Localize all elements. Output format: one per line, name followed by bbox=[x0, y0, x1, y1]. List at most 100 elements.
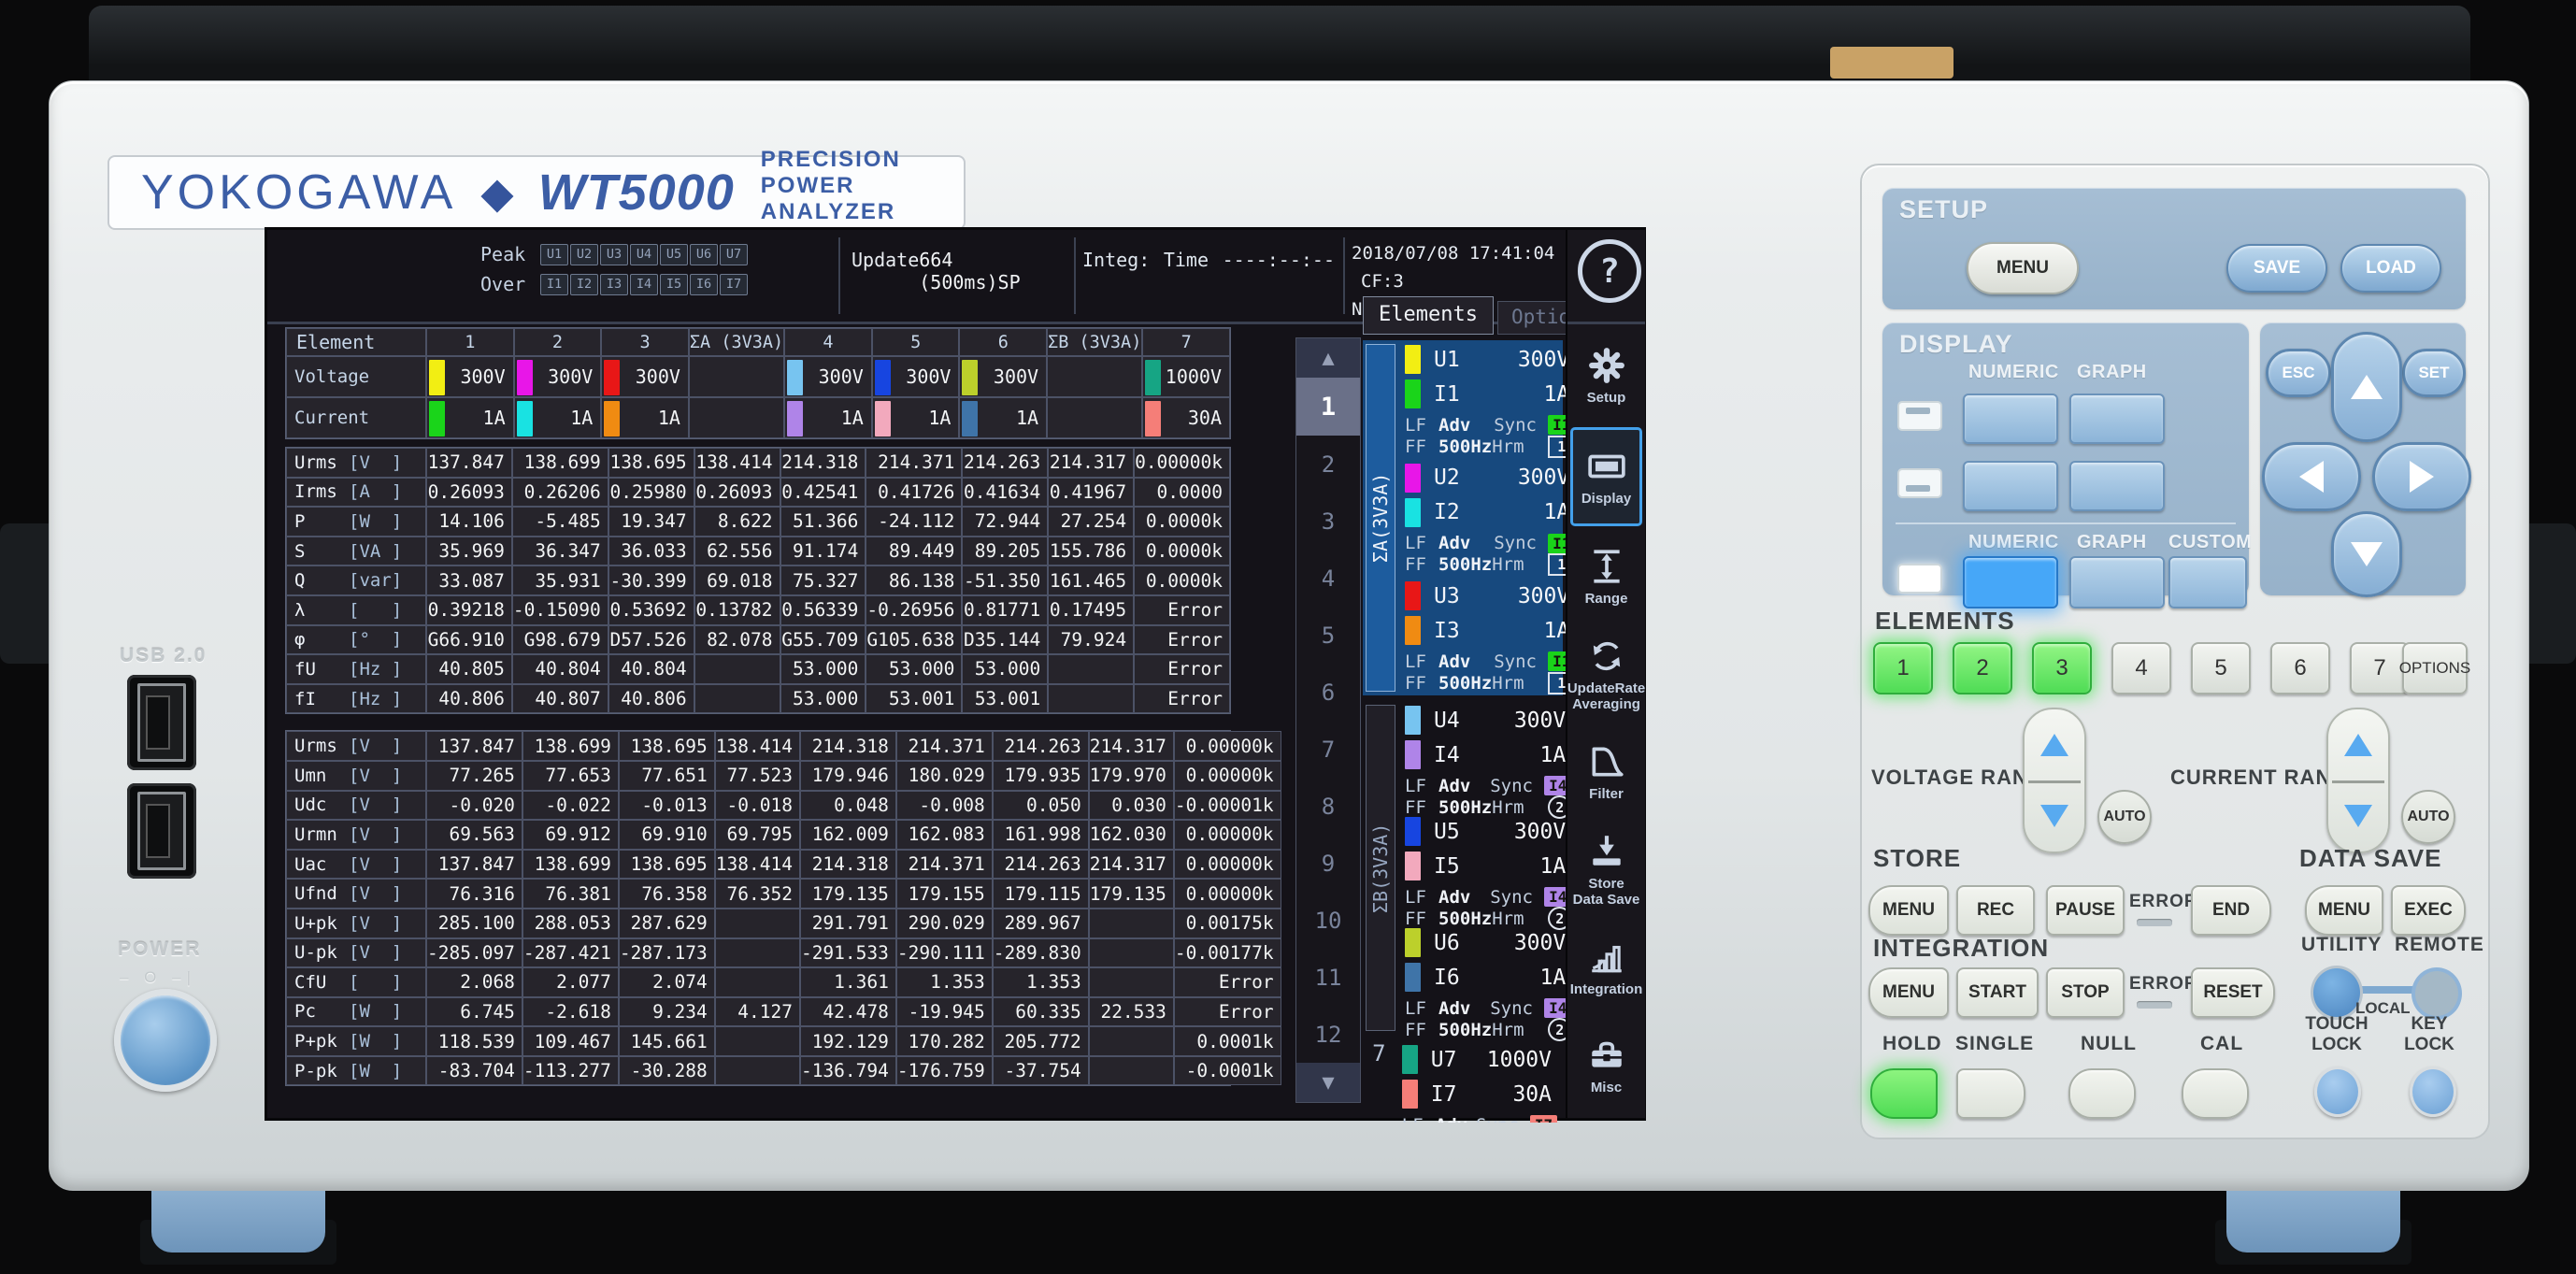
page-10[interactable]: 10 bbox=[1296, 892, 1360, 949]
voltage-range-up-button[interactable] bbox=[2025, 709, 2084, 780]
measurement-value: 27.254 bbox=[1048, 507, 1135, 537]
key-lock-button[interactable] bbox=[2410, 1066, 2456, 1117]
display-numeric-lower-button[interactable] bbox=[1963, 461, 2058, 511]
page-2[interactable]: 2 bbox=[1296, 436, 1360, 493]
sidebar-item-store[interactable]: Store Data Save bbox=[1570, 823, 1642, 918]
measurement-unit: [V ] bbox=[349, 765, 403, 786]
sidebar-item-display[interactable]: Display bbox=[1570, 426, 1642, 526]
page-up-icon[interactable]: ▲ bbox=[1296, 338, 1360, 378]
element-color-chip bbox=[429, 360, 445, 395]
page-8[interactable]: 8 bbox=[1296, 778, 1360, 835]
measurement-value bbox=[694, 683, 780, 714]
element-item-u4[interactable]: U4 300V I4 1A LF Adv Sync I4 FF 500Hz Hrm 2 bbox=[1397, 701, 1577, 819]
arrow-left-button[interactable] bbox=[2262, 442, 2361, 511]
data-save-exec-button[interactable]: EXEC bbox=[2391, 885, 2466, 936]
element-item-u1[interactable]: U1 300V I1 1A LF Adv Sync I1 FF 500Hz Hrm 1 bbox=[1397, 340, 1581, 459]
element-button-3[interactable]: 3 bbox=[2032, 642, 2092, 694]
element-button-6[interactable]: 6 bbox=[2270, 642, 2330, 694]
sidebar-item-setup[interactable]: Setup bbox=[1570, 329, 1642, 423]
full-graph-button[interactable] bbox=[2069, 556, 2165, 608]
page-7[interactable]: 7 bbox=[1296, 721, 1360, 778]
display-graph-upper-button[interactable] bbox=[2069, 394, 2165, 444]
integration-reset-button[interactable]: RESET bbox=[2191, 967, 2275, 1018]
integration-menu-button[interactable]: MENU bbox=[1868, 967, 1949, 1018]
lf-label: LF bbox=[1402, 1115, 1436, 1124]
setup-save-button[interactable]: SAVE bbox=[2226, 244, 2327, 293]
touch-lock-button[interactable] bbox=[2314, 1066, 2361, 1117]
store-end-button[interactable]: END bbox=[2191, 885, 2271, 936]
help-icon[interactable]: ? bbox=[1578, 239, 1641, 303]
page-4[interactable]: 4 bbox=[1296, 550, 1360, 607]
group-label: 7 bbox=[1372, 1040, 1386, 1066]
element-voltage-row: U4 300V bbox=[1405, 703, 1577, 737]
hold-button[interactable] bbox=[1870, 1068, 1938, 1119]
element-button-5[interactable]: 5 bbox=[2191, 642, 2251, 694]
full-numeric-button[interactable] bbox=[1963, 556, 2058, 608]
element-item-u7[interactable]: U7 1000V I7 30A LFAdvSyncI7FFOFFHrm1 bbox=[1395, 1040, 1563, 1123]
voltage-auto-button[interactable]: AUTO bbox=[2097, 790, 2152, 844]
integration-stop-button[interactable]: STOP bbox=[2046, 967, 2125, 1018]
sidebar-item-filter[interactable]: Filter bbox=[1570, 725, 1642, 820]
element-item-u3[interactable]: U3 300V I3 1A LF Adv Sync I1 FF 500Hz Hrm 1 bbox=[1397, 577, 1581, 695]
set-button[interactable]: SET bbox=[2402, 349, 2466, 397]
store-menu-button[interactable]: MENU bbox=[1868, 885, 1949, 936]
store-rec-button[interactable]: REC bbox=[1956, 885, 2035, 936]
current-range-down-button[interactable] bbox=[2328, 780, 2388, 852]
element-item-u5[interactable]: U5 300V I5 1A LF Adv Sync I4 FF 500Hz Hrm 2 bbox=[1397, 812, 1577, 930]
null-button[interactable] bbox=[2068, 1068, 2136, 1119]
element-item-u2[interactable]: U2 300V I2 1A LF Adv Sync I1 FF 500Hz Hrm 1 bbox=[1397, 459, 1581, 578]
element-tabs: Elements Options bbox=[1363, 292, 1609, 335]
esc-button[interactable]: ESC bbox=[2266, 349, 2331, 397]
sidebar-item-integration[interactable]: Integration bbox=[1570, 921, 1642, 1015]
voltage-range-down-button[interactable] bbox=[2025, 780, 2084, 852]
element-button-4[interactable]: 4 bbox=[2111, 642, 2171, 694]
update-rate-icon bbox=[1587, 637, 1626, 676]
page-9[interactable]: 9 bbox=[1296, 835, 1360, 892]
page-12[interactable]: 12 bbox=[1296, 1006, 1360, 1063]
over-indicator-i2: I2 bbox=[570, 273, 598, 295]
arrow-up-button[interactable] bbox=[2331, 332, 2402, 442]
sync-label: Sync bbox=[1490, 775, 1533, 796]
measurement-value: 36.033 bbox=[608, 536, 694, 566]
tab-elements[interactable]: Elements bbox=[1363, 296, 1494, 335]
measurement-value: 0.41726 bbox=[866, 477, 963, 508]
page-3[interactable]: 3 bbox=[1296, 493, 1360, 550]
sidebar-item-misc[interactable]: Misc bbox=[1570, 1019, 1642, 1113]
measurement-value: 35.969 bbox=[426, 536, 512, 566]
data-save-menu-button[interactable]: MENU bbox=[2305, 885, 2383, 936]
page-6[interactable]: 6 bbox=[1296, 664, 1360, 721]
full-screen-icon bbox=[1897, 564, 1942, 594]
full-custom-button[interactable] bbox=[2168, 556, 2247, 608]
measurement-value: 33.087 bbox=[426, 565, 512, 595]
setup-menu-button[interactable]: MENU bbox=[1967, 242, 2079, 294]
remote-button[interactable] bbox=[2411, 967, 2462, 1020]
page-11[interactable]: 11 bbox=[1296, 949, 1360, 1006]
integration-start-button[interactable]: START bbox=[1956, 967, 2039, 1018]
element-options-button[interactable]: OPTIONS bbox=[2399, 642, 2470, 694]
single-button[interactable] bbox=[1956, 1068, 2025, 1119]
display-graph-lower-button[interactable] bbox=[2069, 461, 2165, 511]
element-button-2[interactable]: 2 bbox=[1953, 642, 2012, 694]
power-button[interactable] bbox=[114, 989, 217, 1092]
arrow-right-button[interactable] bbox=[2372, 442, 2471, 511]
page-down-icon[interactable]: ▼ bbox=[1296, 1063, 1360, 1102]
measurement-value: 180.029 bbox=[895, 760, 993, 791]
store-pause-button[interactable]: PAUSE bbox=[2046, 885, 2125, 936]
cal-button[interactable] bbox=[2182, 1068, 2249, 1119]
page-1[interactable]: 1 bbox=[1296, 378, 1360, 436]
element-button-1[interactable]: 1 bbox=[1873, 642, 1933, 694]
element-buttons-row: 1234567 bbox=[1873, 642, 2410, 694]
usb-port-1[interactable] bbox=[127, 675, 196, 770]
arrow-down-button[interactable] bbox=[2331, 511, 2402, 597]
display-numeric-upper-button[interactable] bbox=[1963, 394, 2058, 444]
current-auto-button[interactable]: AUTO bbox=[2401, 790, 2455, 844]
current-range-up-button[interactable] bbox=[2328, 709, 2388, 780]
sidebar-item-updaterate[interactable]: UpdateRate Averaging bbox=[1567, 628, 1645, 723]
page-5[interactable]: 5 bbox=[1296, 607, 1360, 664]
element-item-u6[interactable]: U6 300V I6 1A LF Adv Sync I4 FF 500Hz Hrm 2 bbox=[1397, 923, 1577, 1041]
over-indicator-i6: I6 bbox=[690, 273, 718, 295]
measurement-value: 51.366 bbox=[780, 507, 866, 537]
sidebar-item-range[interactable]: Range bbox=[1570, 530, 1642, 624]
setup-load-button[interactable]: LOAD bbox=[2340, 244, 2441, 293]
usb-port-2[interactable] bbox=[127, 783, 196, 879]
